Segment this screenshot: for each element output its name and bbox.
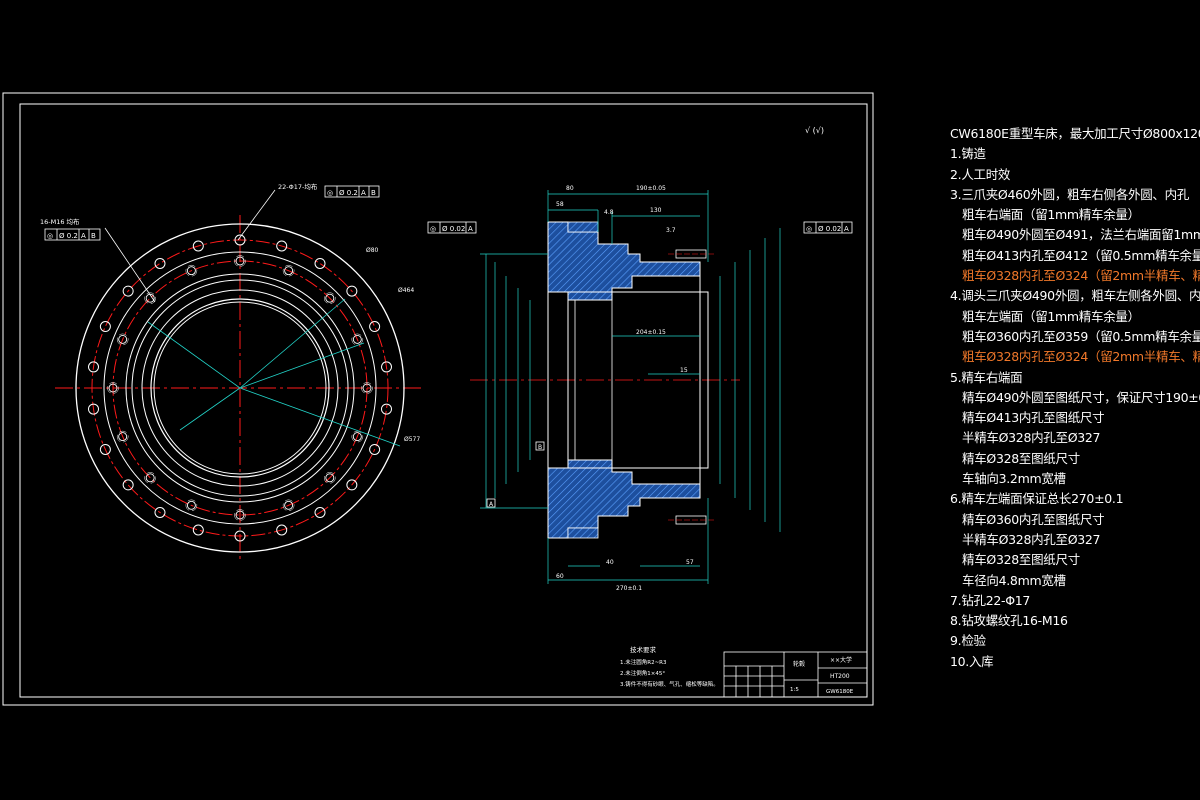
material: HT200: [830, 673, 850, 680]
process-substep: 车径向4.8mm宽槽: [962, 572, 1066, 588]
bolt-hole: [192, 524, 204, 536]
part-name: 轮毂: [793, 660, 805, 668]
process-step: 10.入库: [950, 653, 994, 669]
process-substep: 精车Ø413内孔至图纸尺寸: [962, 410, 1105, 426]
process-substep: 精车Ø490外圆至图纸尺寸，保证尺寸190±0.1: [962, 389, 1200, 405]
thread-callout: 16-M16 均布: [40, 217, 80, 226]
process-steps: 1.铸造 2.人工时效 3.三爪夹Ø460外圆，粗车右侧各外圆、内孔粗车右端面（留1…: [950, 144, 1200, 672]
svg-text:A: A: [361, 189, 366, 197]
note-1: 1.未注圆角R2~R3: [620, 658, 667, 666]
frame-callout-top: Ø 0.2: [339, 189, 358, 197]
process-header: CW6180E重型车床，最大加工尺寸Ø800x12000: [950, 126, 1200, 141]
bolt-hole: [314, 257, 326, 269]
svg-text:A: A: [81, 232, 86, 240]
organization: ××大学: [830, 656, 852, 664]
process-step: 9.检验: [950, 633, 986, 649]
section-lower-wall: [547, 459, 701, 539]
tolerance-right: Ø 0.02: [818, 225, 841, 233]
process-substep: 粗车Ø328内孔至Ø324（留2mm半精车、精车余量）: [962, 349, 1200, 365]
process-substep: 半精车Ø328内孔至Ø327: [962, 531, 1101, 547]
process-substep: 粗车Ø413内孔至Ø412（留0.5mm精车余量）: [962, 247, 1200, 263]
drawing-number: GW6180E: [826, 689, 854, 695]
section-upper-wall: [547, 221, 701, 301]
svg-text:57: 57: [686, 559, 694, 566]
process-substep: 粗车Ø328内孔至Ø324（留2mm半精车、精车余量）: [962, 268, 1200, 284]
process-substep: 粗车左端面（留1mm精车余量）: [962, 308, 1140, 324]
dim-bottom-270: 270±0.1: [616, 585, 642, 592]
scale: 1:5: [790, 687, 799, 693]
frame-callout-left: Ø 0.2: [59, 232, 78, 240]
svg-text:◎: ◎: [47, 232, 53, 240]
dim-mid-204: 204±0.15: [636, 329, 666, 336]
svg-text:40: 40: [606, 559, 614, 566]
svg-text:60: 60: [556, 573, 564, 580]
svg-text:B: B: [91, 232, 96, 240]
bolt-hole: [122, 479, 134, 491]
front-view: 22-Φ17-均布 ◎ Ø 0.2 A B 16-M16 均布 ◎ Ø 0.2 …: [40, 182, 425, 560]
process-substep: 粗车Ø360内孔至Ø359（留0.5mm精车余量）: [962, 328, 1200, 344]
svg-text:130: 130: [650, 207, 662, 214]
note-2: 2.未注倒角1×45°: [620, 669, 665, 677]
process-step: 6.精车左端面保证总长270±0.1: [950, 491, 1124, 507]
sheet-outer-border: [2, 92, 874, 706]
process-step: 3.三爪夹Ø460外圆，粗车右侧各外圆、内孔: [950, 186, 1190, 202]
dim-577: Ø577: [404, 436, 420, 443]
sheet-inner-border: [19, 103, 868, 698]
svg-text:◎: ◎: [430, 225, 436, 233]
svg-text:15: 15: [680, 367, 688, 374]
svg-text:B: B: [371, 189, 376, 197]
dim-top-190: 190±0.05: [636, 185, 666, 192]
svg-text:3.7: 3.7: [666, 227, 676, 234]
technical-notes: 技术要求 1.未注圆角R2~R3 2.未注倒角1×45° 3.铸件不得有砂眼、气…: [620, 645, 719, 688]
svg-text:A: A: [468, 225, 473, 233]
bolt-hole: [99, 321, 111, 333]
svg-text:80: 80: [566, 185, 574, 192]
process-step: 5.精车右端面: [950, 369, 1023, 385]
process-substep: 粗车右端面（留1mm精车余量）: [962, 207, 1140, 223]
process-step: 2.人工时效: [950, 166, 1011, 182]
process-step: 7.钻孔22-Φ17: [950, 592, 1031, 608]
process-step: 4.调头三爪夹Ø490外圆，粗车左侧各外圆、内孔: [950, 288, 1200, 304]
marker-b: B: [538, 444, 542, 451]
svg-text:4.8: 4.8: [604, 209, 614, 216]
process-plan: CW6180E重型车床，最大加工尺寸Ø800x12000 1.铸造 2.人工时效 3…: [950, 124, 1200, 672]
process-substep: 精车Ø328至图纸尺寸: [962, 450, 1080, 466]
bolt-hole: [154, 257, 166, 269]
process-step: 1.铸造: [950, 146, 986, 162]
svg-text:◎: ◎: [327, 189, 333, 197]
svg-text:◎: ◎: [806, 225, 812, 233]
process-substep: 精车Ø360内孔至图纸尺寸: [962, 511, 1105, 527]
dim-464: Ø464: [398, 287, 414, 294]
tolerance-left: Ø 0.02: [442, 225, 465, 233]
note-3: 3.铸件不得有砂眼、气孔、缩松等缺陷。: [620, 680, 719, 688]
svg-text:A: A: [844, 225, 849, 233]
process-substep: 半精车Ø328内孔至Ø327: [962, 430, 1101, 446]
svg-text:58: 58: [556, 201, 564, 208]
dim-outer: Ø80: [366, 247, 379, 254]
roughness-note: √ (√): [805, 126, 824, 135]
process-substep: 精车Ø328至图纸尺寸: [962, 552, 1080, 568]
process-substep: 车轴向3.2mm宽槽: [962, 471, 1066, 487]
process-substep: 粗车Ø490外圆至Ø491，法兰右端面留1mm精车余量: [962, 227, 1200, 243]
notes-title: 技术要求: [630, 645, 657, 654]
hole-pattern-callout: 22-Φ17-均布: [278, 182, 318, 191]
process-step: 8.钻攻螺纹孔16-M16: [950, 613, 1068, 629]
section-view: ◎ Ø 0.02 A ◎ Ø 0.02 A √ (√) 80 190±0.05 …: [427, 126, 853, 592]
bolt-hole: [369, 321, 381, 333]
